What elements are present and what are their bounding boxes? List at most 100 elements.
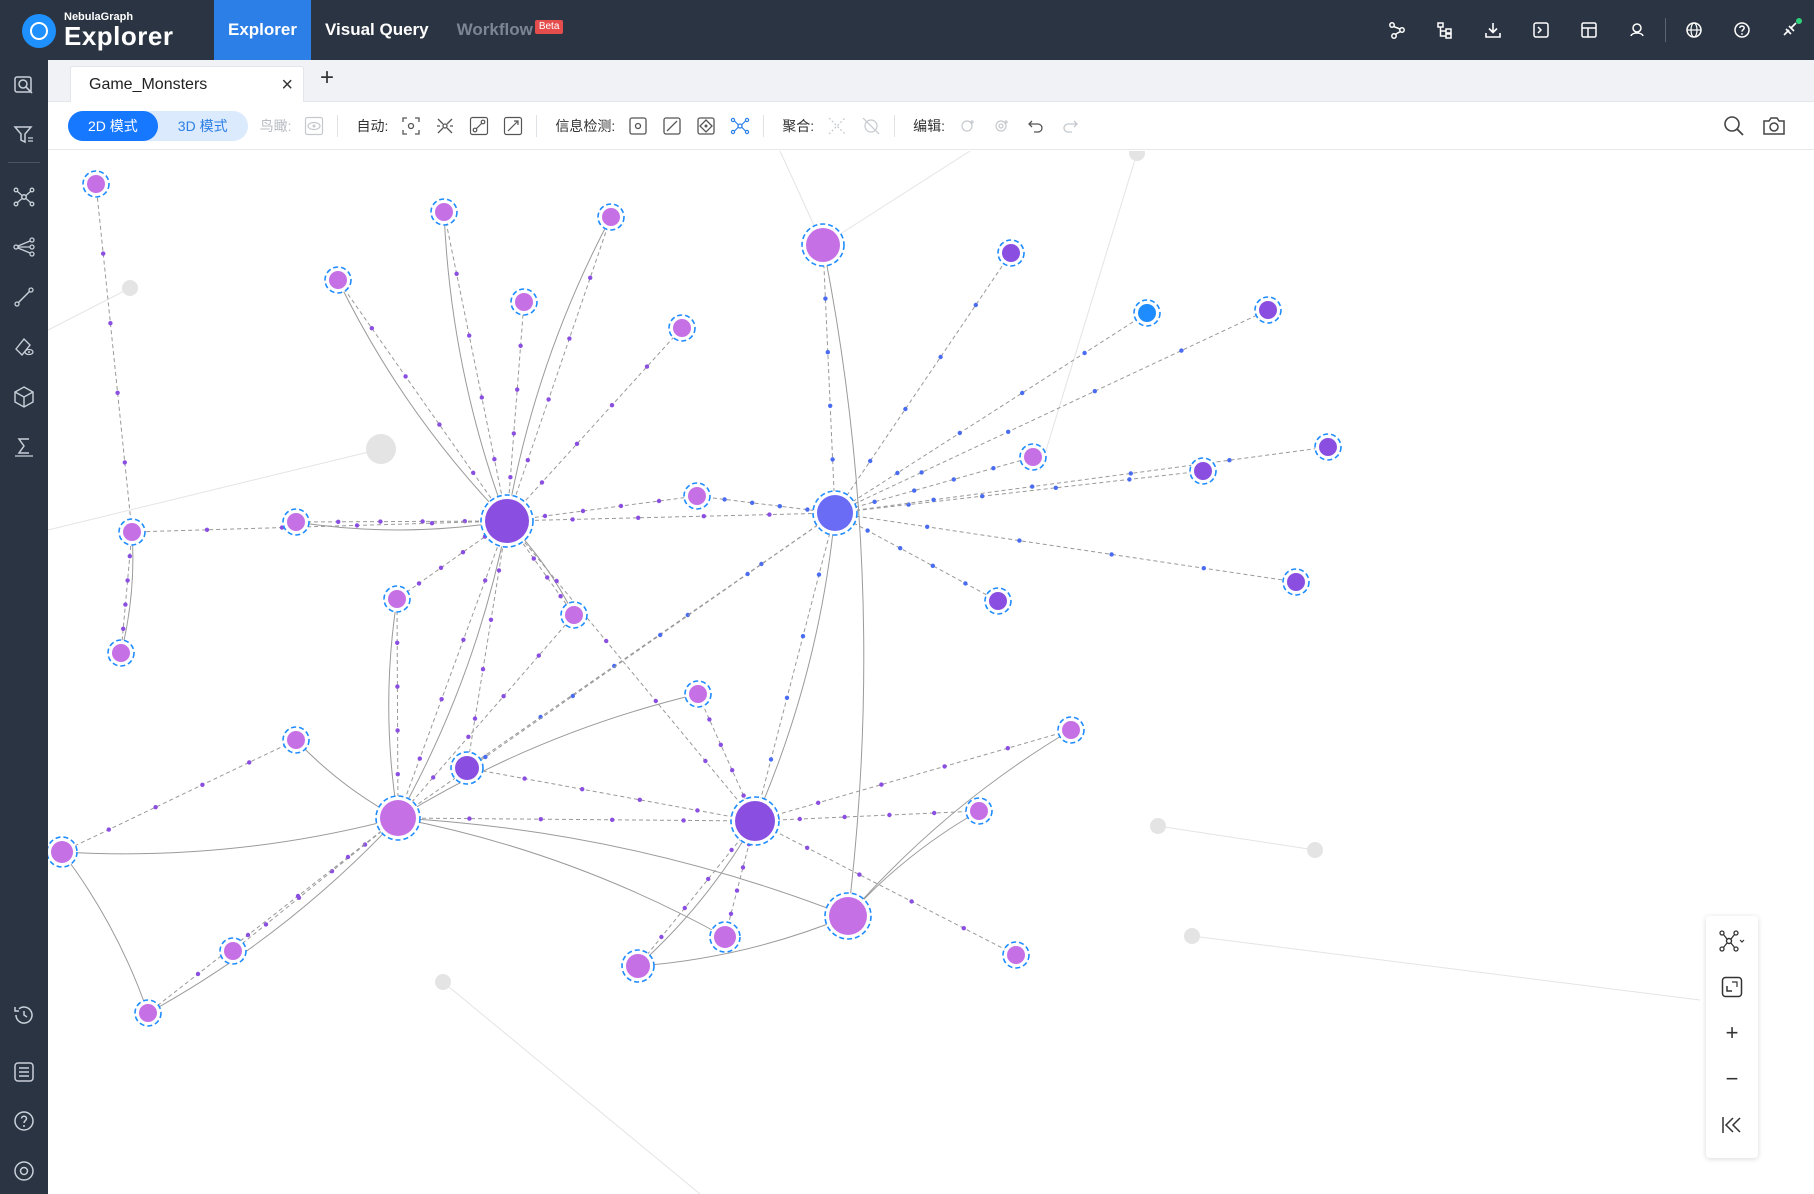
schema-icon[interactable] [1373, 0, 1421, 60]
mode-2d-button[interactable]: 2D 模式 [68, 110, 158, 141]
graph-node-n8[interactable] [1138, 304, 1156, 322]
user-group-icon[interactable] [1613, 0, 1661, 60]
edge-arrow-dot [460, 550, 466, 555]
graph-node-n24[interactable] [1062, 721, 1080, 739]
graph-node-n16[interactable] [287, 513, 305, 531]
download-icon[interactable] [1469, 0, 1517, 60]
graph-canvas[interactable] [48, 151, 1814, 1194]
graph-node-n25[interactable] [970, 802, 988, 820]
console-icon[interactable] [1517, 0, 1565, 60]
fit-view-icon[interactable] [1706, 964, 1758, 1010]
auto-path-icon[interactable] [462, 109, 496, 143]
aggregate-edges-icon[interactable] [820, 109, 854, 143]
graph-node-n1[interactable] [87, 175, 105, 193]
aggregate-label: 聚合: [782, 117, 815, 134]
detect-edge-icon[interactable] [655, 109, 689, 143]
graph-node-n23[interactable] [455, 756, 479, 780]
graph-node-F[interactable] [806, 228, 840, 262]
graph-node-n29[interactable] [626, 954, 650, 978]
detect-loop-icon[interactable] [689, 109, 723, 143]
graph-node-n12[interactable] [1319, 438, 1337, 456]
aggregate-nodes-icon[interactable] [854, 109, 888, 143]
auto-link-icon[interactable] [496, 109, 530, 143]
app-logo[interactable]: NebulaGraph Explorer [22, 12, 174, 49]
edge-arrow-dot [644, 364, 650, 369]
search-query-icon[interactable] [0, 66, 48, 106]
expand-icon[interactable] [0, 177, 48, 217]
help-circle-icon[interactable] [0, 1101, 48, 1141]
edge-arrow-dot [637, 797, 642, 802]
layout-icon[interactable] [1706, 918, 1758, 964]
graph-node-B[interactable] [817, 495, 853, 531]
graph-node-A[interactable] [485, 499, 529, 543]
graph-node-n6[interactable] [673, 319, 691, 337]
redo-icon[interactable] [1053, 109, 1087, 143]
graph-node-E[interactable] [829, 897, 867, 935]
graph-node-D[interactable] [380, 800, 416, 836]
graph-3d-icon[interactable] [0, 377, 48, 417]
graph-node-n15[interactable] [688, 487, 706, 505]
edit-add-node-icon[interactable] [951, 109, 985, 143]
graph-node-n14[interactable] [989, 592, 1007, 610]
graph-node-n9[interactable] [1259, 301, 1277, 319]
tree-icon[interactable] [1421, 0, 1469, 60]
nav-explorer[interactable]: Explorer [214, 0, 311, 60]
graph-node-n7[interactable] [1002, 244, 1020, 262]
filter-icon[interactable] [0, 115, 48, 155]
screenshot-camera-icon[interactable] [1754, 109, 1794, 143]
graph-node-n31[interactable] [1007, 946, 1025, 964]
toolbar-divider [894, 114, 896, 137]
common-neighbor-icon[interactable] [0, 227, 48, 267]
graph-node-n4[interactable] [329, 271, 347, 289]
graph-node-n10[interactable] [1024, 448, 1042, 466]
nav-visual-query[interactable]: Visual Query [311, 0, 443, 60]
layout-icon[interactable] [1565, 0, 1613, 60]
collapse-icon[interactable] [1706, 1102, 1758, 1148]
graph-node-n22[interactable] [287, 731, 305, 749]
edit-add-edge-icon[interactable] [985, 109, 1019, 143]
graph-node-n2[interactable] [435, 203, 453, 221]
nav-workflow[interactable]: Workflow Beta [443, 0, 578, 60]
tab-game-monsters[interactable]: Game_Monsters × [70, 66, 304, 102]
history-icon[interactable] [0, 995, 48, 1035]
undo-icon[interactable] [1019, 109, 1053, 143]
graph-node-C[interactable] [735, 801, 775, 841]
list-icon[interactable] [0, 1052, 48, 1092]
statistics-icon[interactable] [0, 427, 48, 467]
settings-icon[interactable] [0, 1151, 48, 1191]
graph-node-n13[interactable] [1287, 573, 1305, 591]
graph-node-n19[interactable] [388, 590, 406, 608]
close-icon[interactable]: × [281, 74, 293, 97]
zoom-out-button[interactable]: − [1706, 1056, 1758, 1102]
graph-node-n27[interactable] [224, 942, 242, 960]
path-icon[interactable] [0, 277, 48, 317]
search-icon[interactable] [1714, 109, 1754, 143]
graph-node-n21[interactable] [689, 685, 707, 703]
help-icon[interactable] [1718, 0, 1766, 60]
mode-3d-button[interactable]: 3D 模式 [158, 111, 248, 141]
language-globe-icon[interactable] [1670, 0, 1718, 60]
auto-select-icon[interactable] [394, 109, 428, 143]
connection-icon[interactable] [1766, 0, 1814, 60]
graph-node-n18[interactable] [112, 644, 130, 662]
graph-node-n5[interactable] [515, 293, 533, 311]
graph-node-n20[interactable] [565, 606, 583, 624]
edge-arrow-dot [483, 578, 488, 583]
detect-network-icon[interactable] [723, 109, 757, 143]
auto-expand-icon[interactable] [428, 109, 462, 143]
edge-arrow-dot [496, 568, 502, 573]
birdseye-eye-icon[interactable] [297, 109, 331, 143]
zoom-in-button[interactable]: + [1706, 1010, 1758, 1056]
graph-node-n11[interactable] [1194, 462, 1212, 480]
faded-node [1184, 928, 1200, 944]
graph-node-n3[interactable] [602, 208, 620, 226]
graph-svg[interactable] [48, 151, 1814, 1194]
graph-node-n28[interactable] [139, 1004, 157, 1022]
edge-arrow-dot [515, 387, 520, 392]
graph-node-n17[interactable] [123, 523, 141, 541]
graph-node-n30[interactable] [714, 926, 736, 948]
add-tab-button[interactable]: + [320, 64, 334, 92]
property-view-icon[interactable] [0, 327, 48, 367]
graph-node-n26[interactable] [51, 841, 73, 863]
detect-node-icon[interactable] [621, 109, 655, 143]
